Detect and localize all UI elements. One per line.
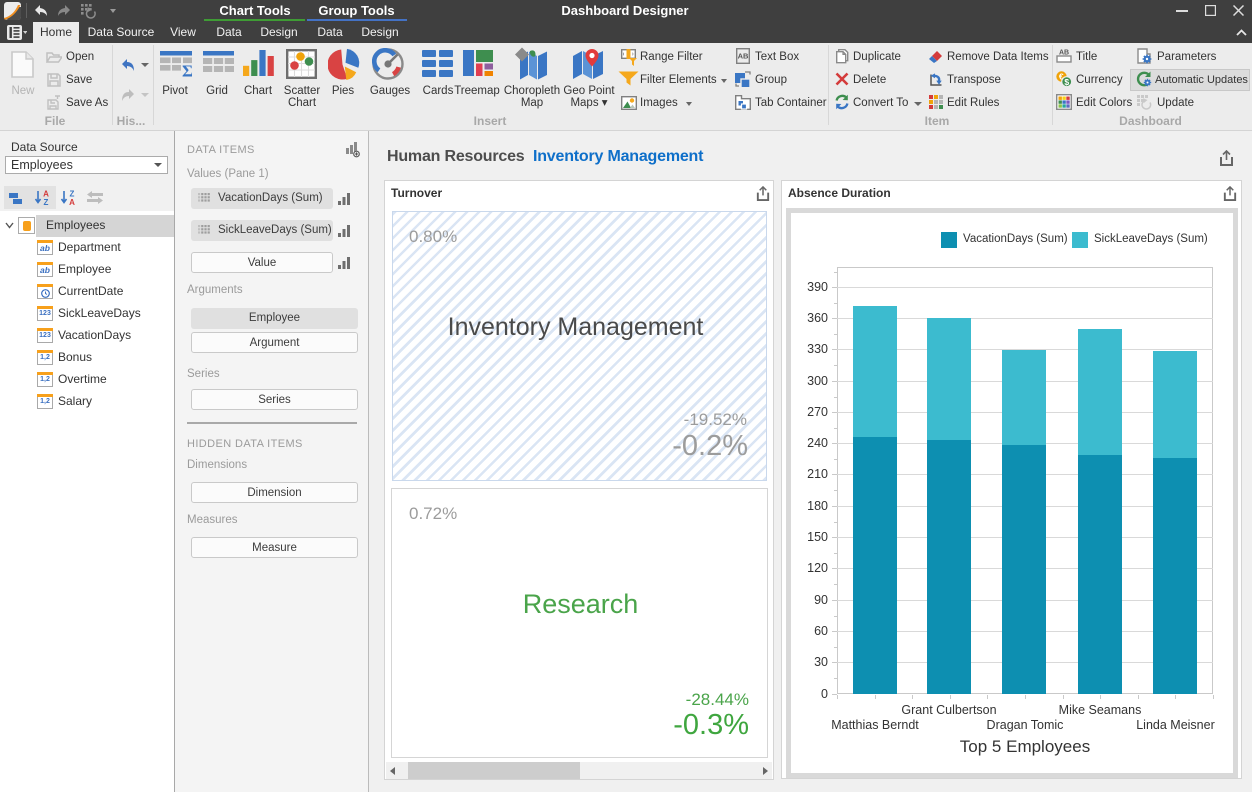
svg-text:AB: AB — [1059, 50, 1069, 57]
svg-text:A: A — [69, 198, 75, 206]
svg-text:Z: Z — [44, 198, 49, 206]
svg-text:AB: AB — [738, 52, 749, 61]
svg-text:$: $ — [1064, 77, 1069, 87]
svg-text:Σ: Σ — [182, 62, 192, 79]
